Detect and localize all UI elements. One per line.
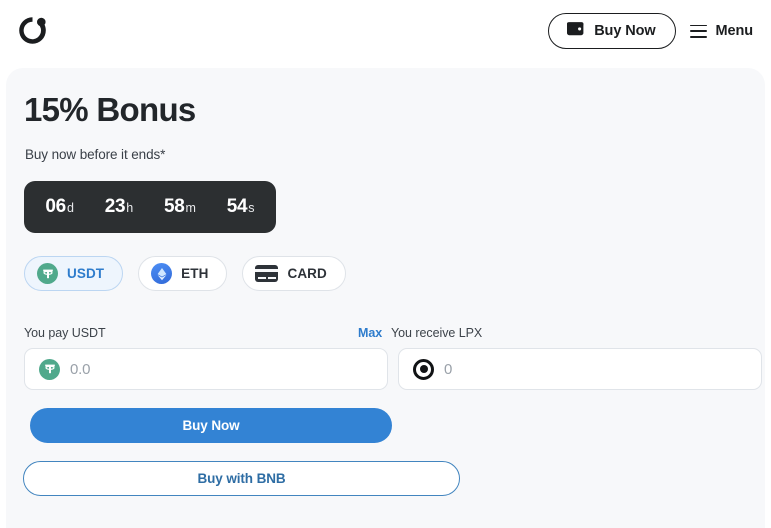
you-pay-label: You pay USDT xyxy=(24,326,106,340)
countdown-seconds-value: 54 xyxy=(226,196,248,217)
wallet-icon xyxy=(566,20,585,42)
receive-amount-field[interactable]: 0 xyxy=(398,348,762,390)
payment-method-card-label: CARD xyxy=(287,266,327,281)
buy-now-button[interactable]: Buy Now xyxy=(30,408,392,443)
countdown-seconds-suffix: s xyxy=(248,201,255,215)
hamburger-icon xyxy=(689,24,707,38)
lpx-logo-icon[interactable] xyxy=(16,14,49,47)
receive-amount-value: 0 xyxy=(444,360,453,378)
promo-subtitle: Buy now before it ends* xyxy=(25,147,166,162)
countdown-timer: 06 d 23 h 58 m 54 s xyxy=(24,181,276,233)
countdown-hours: 23 h xyxy=(105,196,134,218)
site-header: Buy Now Menu xyxy=(0,0,771,62)
countdown-days-suffix: d xyxy=(66,201,74,215)
ethereum-icon xyxy=(151,263,173,284)
payment-method-usdt[interactable]: USDT xyxy=(24,256,124,291)
tether-icon xyxy=(37,263,58,284)
page-title: 15% Bonus xyxy=(24,91,196,128)
countdown-days-value: 06 xyxy=(45,196,66,217)
header-buy-now-label: Buy Now xyxy=(594,23,656,39)
countdown-minutes: 58 m xyxy=(164,196,196,218)
payment-method-card[interactable]: CARD xyxy=(242,256,346,291)
countdown-hours-value: 23 xyxy=(104,196,126,217)
purchase-widget-card: 15% Bonus Buy now before it ends* 06 d 23… xyxy=(6,68,765,528)
menu-label: Menu xyxy=(715,23,754,39)
payment-method-tabs: USDT ETH CARD xyxy=(24,256,346,291)
tether-icon xyxy=(39,358,60,380)
you-receive-label: You receive LPX xyxy=(391,326,483,340)
buy-with-bnb-button[interactable]: Buy with BNB xyxy=(23,461,460,496)
lpx-logo-icon xyxy=(413,358,434,380)
pay-amount-value: 0.0 xyxy=(70,360,91,378)
countdown-seconds: 54 s xyxy=(227,196,255,218)
header-buy-now-button[interactable]: Buy Now xyxy=(548,13,676,49)
countdown-minutes-value: 58 xyxy=(163,196,185,217)
swap-inputs: 0.0 0 xyxy=(24,348,762,390)
payment-method-eth-label: ETH xyxy=(181,266,209,281)
header-actions: Buy Now Menu xyxy=(548,13,755,49)
max-button[interactable]: Max xyxy=(358,326,382,340)
menu-button[interactable]: Menu xyxy=(689,23,755,39)
countdown-hours-suffix: h xyxy=(126,201,134,215)
countdown-minutes-suffix: m xyxy=(185,201,196,215)
payment-method-usdt-label: USDT xyxy=(67,266,105,281)
swap-labels: You pay USDT Max You receive LPX xyxy=(6,326,765,342)
countdown-days: 06 d xyxy=(45,196,74,218)
payment-method-eth[interactable]: ETH xyxy=(138,256,228,291)
pay-amount-field[interactable]: 0.0 xyxy=(24,348,388,390)
credit-card-icon xyxy=(255,265,279,282)
